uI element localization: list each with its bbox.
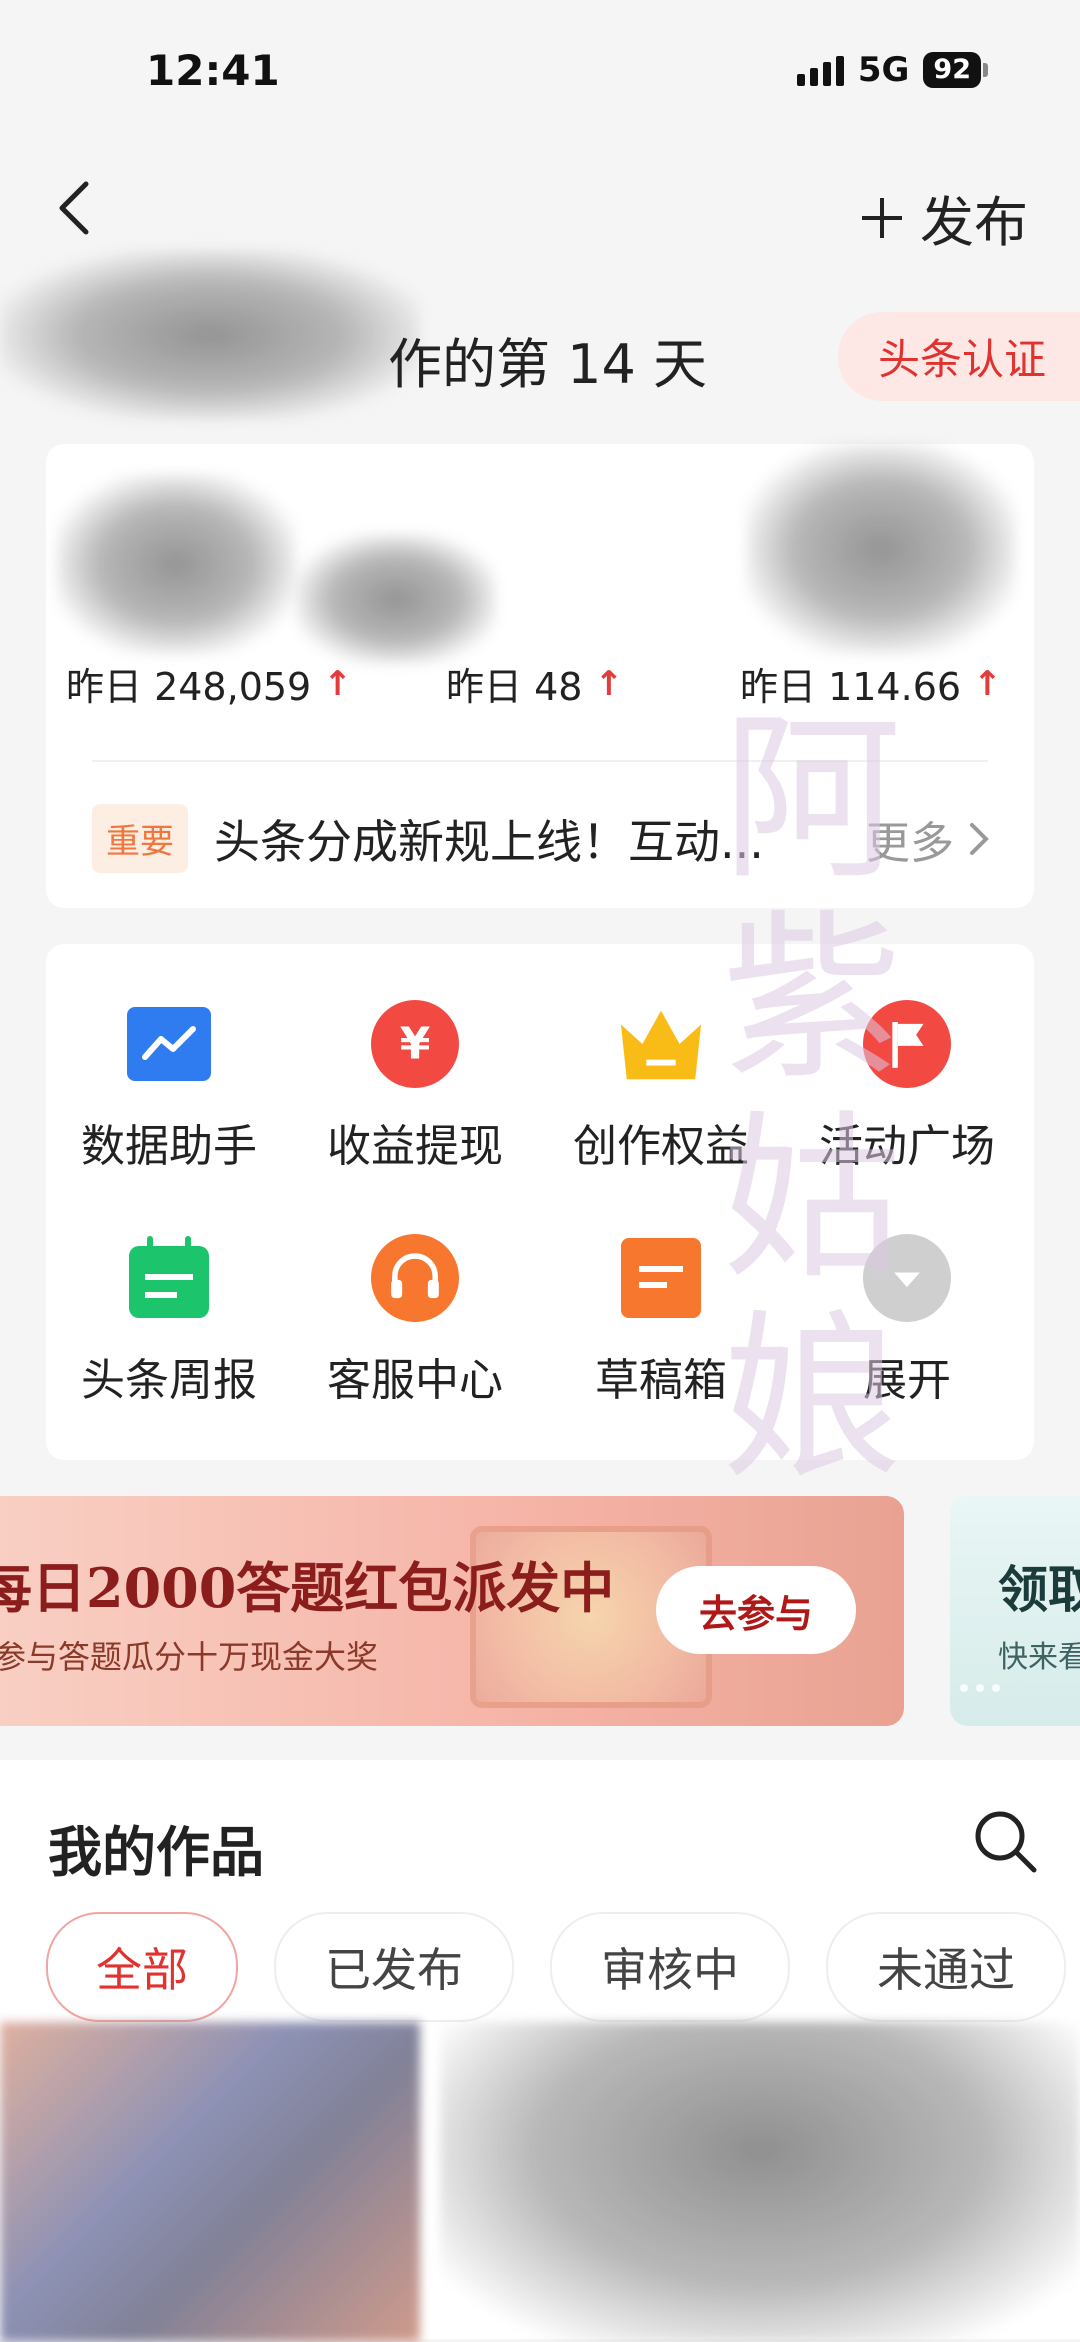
calendar-icon [125,1234,213,1322]
chevron-left-icon [59,181,89,235]
tool-label: 收益提现 [327,1121,503,1172]
filter-all[interactable]: 全部 [46,1912,238,2022]
tool-weekly-report[interactable]: 头条周报 [46,1234,292,1408]
tool-customer-service[interactable]: 客服中心 [292,1234,538,1408]
arrow-up-icon: ↑ [594,663,623,704]
battery-level: 92 [923,52,981,88]
promo-banner-next[interactable]: 领取 快来看 [950,1496,1080,1726]
banner2-subtitle: 快来看 [998,1640,1080,1675]
status-indicators: 5G 92 [796,50,988,90]
filter-published[interactable]: 已发布 [274,1912,514,2022]
chart-icon [125,1000,213,1088]
redacted-stat [296,534,496,664]
crown-icon [617,1000,705,1088]
filter-reviewing[interactable]: 审核中 [550,1912,790,2022]
notice-tag: 重要 [92,804,188,873]
page-title: 作的第 14 天 [388,333,708,396]
svg-text:¥: ¥ [400,1019,431,1070]
headset-icon [371,1234,459,1322]
tool-label: 客服中心 [327,1355,503,1406]
signal-icon [796,54,844,86]
chevron-right-icon [970,822,989,855]
network-type: 5G [857,50,910,90]
stat-value: 昨日 248,059 [66,665,312,709]
tool-earnings[interactable]: ¥ 收益提现 [292,1000,538,1174]
arrow-up-icon: ↑ [323,663,352,704]
stat-value: 昨日 48 [446,665,583,709]
works-section: 我的作品 全部 已发布 审核中 未通过 [0,1760,1080,2342]
redacted-content [0,2022,420,2342]
yen-icon: ¥ [371,1000,459,1088]
carousel-dots [960,1684,1000,1692]
search-icon [975,1811,1037,1873]
banner-title: 每日2000答题红包派发中 [0,1556,615,1620]
join-button[interactable]: 去参与 [656,1566,856,1654]
publish-label: 发布 [920,191,1028,254]
works-title: 我的作品 [48,1821,264,1884]
banner2-title: 领取 [998,1561,1080,1619]
stat-yesterday: 昨日 248,059 ↑ [66,656,352,711]
banner-subtitle: 参与答题瓜分十万现金大奖 [0,1638,379,1676]
tool-data-assistant[interactable]: 数据助手 [46,1000,292,1174]
redacted-content [440,2022,1080,2342]
filter-tabs: 全部 已发布 审核中 未通过 [46,1912,1066,2022]
draft-icon [617,1234,705,1322]
filter-rejected[interactable]: 未通过 [826,1912,1066,2022]
redacted-area [0,250,420,420]
status-time: 12:41 [146,46,280,95]
plus-icon [862,197,902,238]
search-button[interactable] [970,1806,1040,1876]
tool-label: 数据助手 [81,1121,257,1172]
verify-button[interactable]: 头条认证 [837,312,1080,401]
promo-banner[interactable]: 每日2000答题红包派发中 参与答题瓜分十万现金大奖 去参与 [0,1496,904,1726]
battery-icon: 92 [923,52,988,88]
back-button[interactable] [48,178,108,238]
publish-button[interactable]: 发布 [858,178,1028,257]
arrow-up-icon: ↑ [973,663,1002,704]
notice-text: 头条分成新规上线！互动... [214,814,764,869]
stat-yesterday: 昨日 48 ↑ [446,656,623,711]
redacted-stat [56,474,296,654]
watermark: 阿紫姑娘 [721,695,902,1504]
tool-label: 头条周报 [81,1355,257,1406]
redacted-stat [746,444,1016,654]
